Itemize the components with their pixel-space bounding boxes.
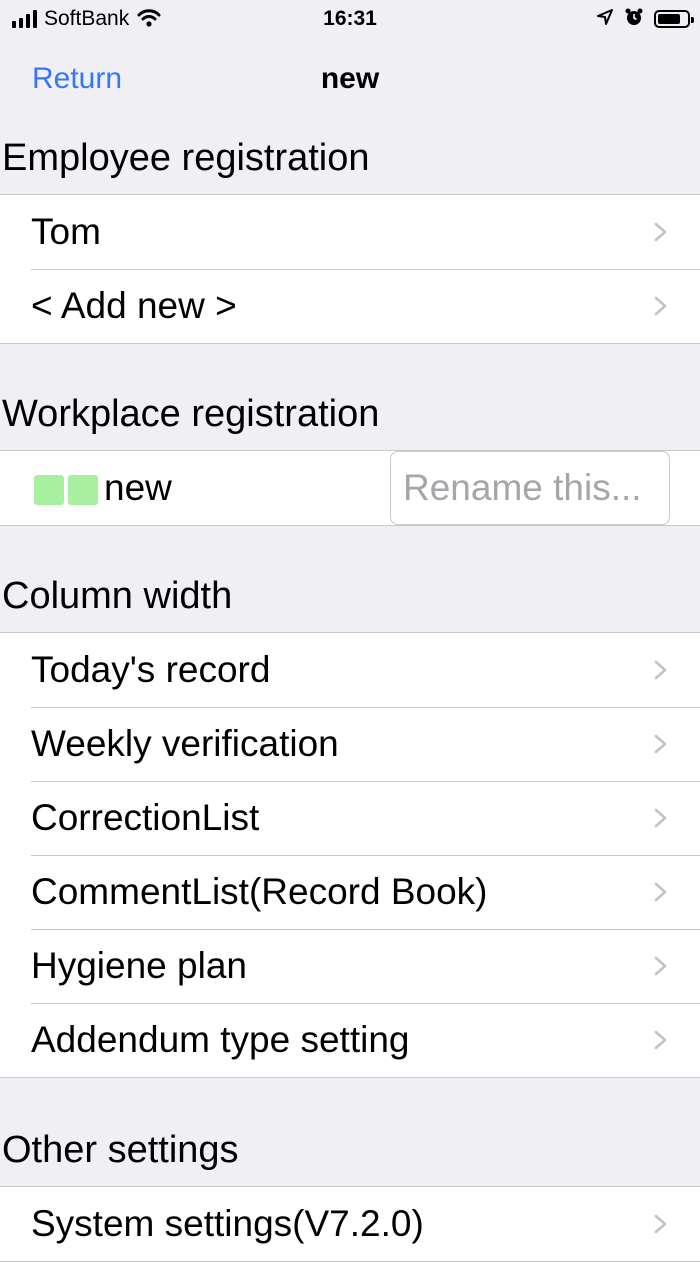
chevron-right-icon [654,734,667,754]
row-label: < Add new > [31,285,237,326]
battery-fill [658,14,680,24]
system-settings-row[interactable]: System settings(V7.2.0) [0,1187,700,1261]
navigation-bar: Return new [0,48,700,110]
row-label: Today's record [31,649,271,690]
chevron-right-icon [654,1214,667,1234]
employee-section-header: Employee registration [2,137,370,179]
workplace-section-header: Workplace registration [2,393,380,435]
weekly-verification-row[interactable]: Weekly verification [0,707,700,781]
alarm-clock-icon [624,7,644,32]
employee-list: Tom < Add new > [0,194,700,344]
column-width-section-header: Column width [2,575,233,617]
battery-icon [654,10,694,28]
status-bar-right [596,6,694,32]
todays-record-row[interactable]: Today's record [0,633,700,707]
status-bar: SoftBank 16:31 [0,0,700,40]
comment-list-row[interactable]: CommentList(Record Book) [0,855,700,929]
workplace-list: new [0,450,700,526]
employee-row-tom[interactable]: Tom [0,195,700,269]
row-label: CommentList(Record Book) [31,871,488,912]
workplace-color-swatches [34,475,98,505]
other-settings-section-header: Other settings [2,1129,239,1171]
workplace-row: new [0,451,700,525]
location-arrow-icon [596,8,614,31]
row-label: Weekly verification [31,723,339,764]
chevron-right-icon [654,882,667,902]
chevron-right-icon [654,222,667,242]
color-swatch [68,475,98,505]
status-time: 16:31 [323,7,377,30]
row-label: Tom [31,211,101,252]
rename-workplace-input[interactable] [390,451,670,525]
row-label: Addendum type setting [31,1019,410,1060]
page-title: new [320,62,380,95]
chevron-right-icon [654,296,667,316]
other-settings-list: System settings(V7.2.0) [0,1186,700,1262]
chevron-right-icon [654,956,667,976]
correction-list-row[interactable]: CorrectionList [0,781,700,855]
column-width-list: Today's record Weekly verification Corre… [0,632,700,1078]
row-label: Hygiene plan [31,945,247,986]
row-label: System settings(V7.2.0) [31,1203,424,1244]
chevron-right-icon [654,808,667,828]
workplace-name: new [104,467,172,508]
chevron-right-icon [654,660,667,680]
hygiene-plan-row[interactable]: Hygiene plan [0,929,700,1003]
row-label: CorrectionList [31,797,260,838]
chevron-right-icon [654,1030,667,1050]
add-new-employee-row[interactable]: < Add new > [0,269,700,343]
addendum-type-setting-row[interactable]: Addendum type setting [0,1003,700,1077]
color-swatch [34,475,64,505]
